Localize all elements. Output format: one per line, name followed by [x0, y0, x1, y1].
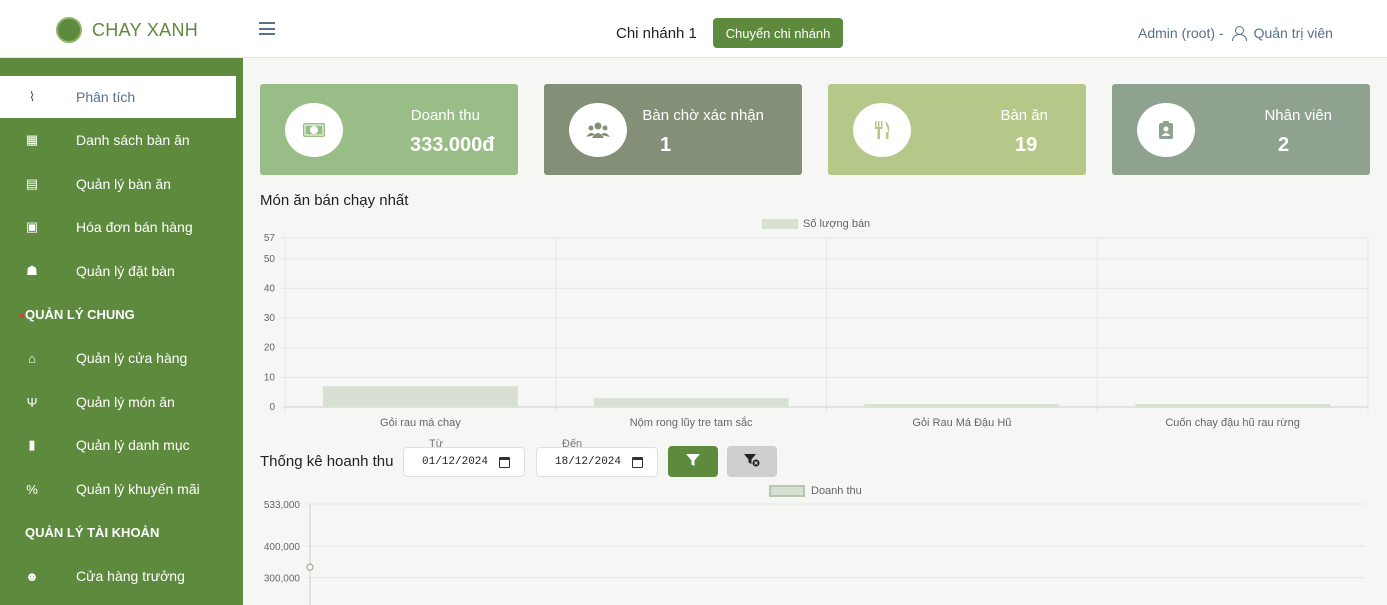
bar [322, 386, 518, 407]
y-tick-label: 533,000 [264, 500, 301, 511]
best-sellers-chart: 57 50 40 30 20 10 0 Gỏi rau má chay Nộm rong lũy… [264, 233, 1369, 429]
table-grid-icon: ▦ [25, 132, 39, 147]
from-date-input[interactable]: 01/12/2024 [403, 447, 525, 477]
card-value: 2 [1278, 134, 1290, 156]
apply-filter-button[interactable] [668, 446, 718, 477]
current-branch: Chi nhánh 1 [616, 25, 697, 42]
switch-branch-button[interactable]: Chuyển chi nhánh [713, 18, 843, 48]
sidebar-item-table-management[interactable]: ▤ Quản lý bàn ăn [0, 163, 236, 205]
clipboard-icon: ▮ [28, 437, 36, 452]
bar [1135, 404, 1331, 407]
sidebar-item-categories[interactable]: ▮ Quản lý danh mục [0, 424, 236, 466]
sidebar-item-analytics[interactable]: ⌇ Phân tích [0, 76, 236, 118]
y-tick-label: 0 [269, 402, 275, 413]
filter-icon [686, 454, 700, 466]
sidebar-item-label: Quản lý món ăn [76, 394, 175, 410]
brand[interactable]: CHAY XANH [56, 17, 198, 43]
sidebar-item-stores[interactable]: ⌂ Quản lý cửa hàng [0, 337, 236, 379]
chart-line-icon: ⌇ [28, 89, 36, 104]
y-tick-label: 400,000 [264, 542, 301, 553]
user-role: Quản trị viên [1253, 25, 1333, 41]
sidebar-section-accounts: QUẢN LÝ TÀI KHOẢN [25, 525, 160, 540]
sidebar-item-table-list[interactable]: ▦ Danh sách bàn ăn [0, 119, 236, 161]
money-bill-icon: ▣ [25, 219, 39, 234]
x-tick-label: Gỏi rau má chay [380, 417, 461, 429]
stat-card-pending-tables: Bàn chờ xác nhận 1 [544, 84, 802, 175]
sidebar-item-label: Quản lý bàn ăn [76, 176, 171, 192]
card-title: Doanh thu [410, 107, 480, 124]
sidebar-item-label: Quản lý khuyến mãi [76, 481, 200, 497]
y-tick-label: 40 [264, 283, 276, 294]
bar [593, 398, 789, 407]
sidebar-item-label: Quản lý cửa hàng [76, 350, 188, 366]
sidebar-item-label: Hóa đơn bán hàng [76, 219, 193, 235]
stat-card-tables: Bàn ăn 19 [828, 84, 1086, 175]
y-tick-label: 300,000 [264, 574, 301, 585]
card-value: 1 [660, 134, 672, 156]
people-table-icon: ☗ [26, 263, 38, 278]
card-title: Nhân viên [1264, 107, 1332, 124]
best-sellers-title: Món ăn bán chạy nhất [260, 192, 409, 209]
store-icon: ⌂ [28, 350, 36, 366]
user-tie-icon: ☻ [25, 568, 39, 584]
sidebar: ⌇ Phân tích ▦ Danh sách bàn ăn ▤ Quản lý… [0, 58, 243, 605]
to-date-input[interactable]: 18/12/2024 [536, 447, 658, 477]
sidebar-item-invoices[interactable]: ▣ Hóa đơn bán hàng [0, 206, 236, 248]
brand-logo [56, 17, 82, 43]
top-header: CHAY XANH Chi nhánh 1 Chuyển chi nhánh A… [0, 0, 1387, 58]
notification-dot [20, 314, 24, 318]
calendar-icon[interactable] [499, 457, 510, 468]
sidebar-item-label: Phân tích [76, 89, 136, 105]
calendar-icon[interactable] [632, 457, 643, 468]
user-name: Admin (root) - [1138, 25, 1224, 41]
money-icon [285, 103, 343, 157]
user-menu[interactable]: Admin (root) - Quản trị viên [1138, 25, 1333, 41]
user-icon [1231, 26, 1247, 41]
y-tick-label: 30 [264, 313, 276, 324]
from-date-value: 01/12/2024 [422, 456, 489, 468]
bar [864, 404, 1060, 407]
id-badge-icon [1137, 103, 1195, 157]
brand-name: CHAY XANH [92, 19, 199, 40]
sidebar-item-label: Danh sách bàn ăn [76, 132, 190, 148]
x-tick-label: Cuốn chay đậu hũ rau rừng [1165, 417, 1300, 429]
revenue-title: Thống kê hoanh thu [260, 453, 394, 470]
y-tick-label: 10 [264, 372, 276, 383]
menu-toggle-icon[interactable] [259, 22, 275, 35]
stat-card-staff: Nhân viên 2 [1112, 84, 1370, 175]
to-date-value: 18/12/2024 [555, 456, 622, 468]
sidebar-item-promotions[interactable]: % Quản lý khuyến mãi [0, 468, 236, 510]
percent-icon: % [26, 481, 38, 497]
sidebar-item-label: Quản lý đặt bàn [76, 263, 175, 279]
data-point [306, 563, 314, 571]
sidebar-item-dishes[interactable]: Ψ Quản lý món ăn [0, 381, 236, 423]
users-icon [569, 103, 627, 157]
card-value: 19 [1015, 134, 1038, 156]
x-tick-label: Nộm rong lũy tre tam sắc [630, 416, 753, 429]
sidebar-item-store-managers[interactable]: ☻ Cửa hàng trưởng [0, 555, 236, 597]
card-value: 333.000đ [410, 134, 495, 156]
revenue-chart: 533,000 400,000 300,000 [264, 500, 1365, 605]
x-tick-label: Gỏi Rau Má Đậu Hũ [912, 417, 1011, 429]
sidebar-section-general: QUẢN LÝ CHUNG [25, 307, 135, 322]
utensils-icon: Ψ [26, 394, 38, 410]
clear-filter-button[interactable] [727, 446, 777, 477]
y-tick-label: 50 [264, 254, 276, 265]
y-tick-label: 57 [264, 233, 276, 244]
filter-clear-icon [744, 454, 760, 467]
stat-card-revenue: Doanh thu 333.000đ [260, 84, 518, 175]
y-tick-label: 20 [264, 343, 276, 354]
card-title: Bàn chờ xác nhận [642, 107, 764, 124]
card-title: Bàn ăn [1000, 107, 1048, 124]
sidebar-item-reservations[interactable]: ☗ Quản lý đặt bàn [0, 250, 236, 292]
sidebar-item-label: Quản lý danh mục [76, 437, 190, 453]
sidebar-item-label: Cửa hàng trưởng [76, 568, 185, 584]
utensils-icon [853, 103, 911, 157]
list-icon: ▤ [25, 176, 39, 191]
